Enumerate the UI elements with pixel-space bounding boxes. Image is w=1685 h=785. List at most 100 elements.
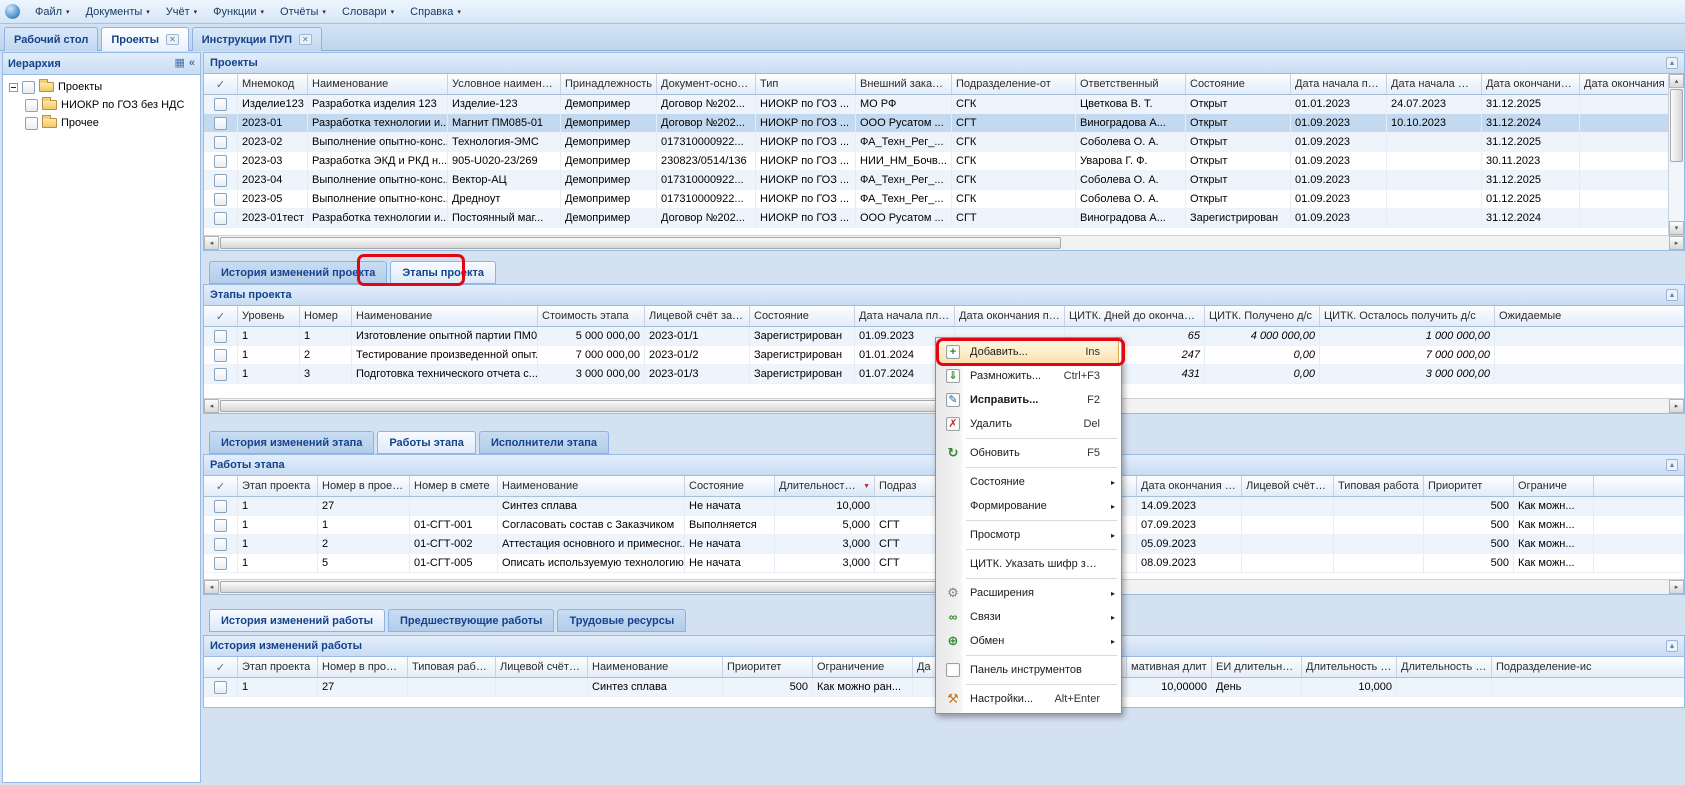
grid-view-icon[interactable]: ▦ (174, 58, 184, 69)
menu-item[interactable]: Состояние▸ (938, 470, 1119, 494)
column-header[interactable]: Типовая работа (408, 657, 496, 677)
column-header[interactable]: ЕИ длительности (1212, 657, 1302, 677)
tab-item[interactable]: Исполнители этапа (479, 431, 609, 454)
column-header[interactable]: Типовая работа (1334, 476, 1424, 496)
scrollbar-thumb[interactable] (1670, 89, 1683, 162)
tree-checkbox[interactable] (22, 81, 35, 94)
tab-item[interactable]: История изменений этапа (209, 431, 374, 454)
column-header[interactable]: Наименование (352, 306, 538, 326)
column-header[interactable]: Лицевой счёт затр (496, 657, 588, 677)
column-header[interactable]: Условное наименова (448, 74, 561, 94)
column-header[interactable]: ✓ (204, 306, 238, 326)
menu-item[interactable]: ⚒Настройки...Alt+Enter (938, 687, 1119, 711)
menubar-item[interactable]: Файл▾ (28, 3, 77, 21)
tree-item[interactable]: Прочее (5, 114, 198, 132)
scroll-up-icon[interactable]: ▴ (1669, 74, 1684, 88)
column-header[interactable]: мативная длит (1127, 657, 1212, 677)
scroll-left-icon[interactable]: ◂ (204, 580, 219, 594)
menu-item[interactable]: ЦИТК. Указать шифр затрат... (938, 552, 1119, 576)
tab-item[interactable]: Этапы проекта (390, 261, 496, 284)
scrollbar-thumb[interactable] (220, 237, 1061, 249)
scroll-left-icon[interactable]: ◂ (204, 399, 219, 413)
menu-item[interactable]: ⊕Обмен▸ (938, 629, 1119, 653)
column-header[interactable]: Подразделение-ис (1492, 657, 1684, 677)
row-checkbox[interactable] (214, 98, 227, 111)
column-header[interactable]: Номер в проекте (318, 657, 408, 677)
tab-item[interactable]: Работы этапа (377, 431, 476, 454)
tab-item[interactable]: Предшествующие работы (388, 609, 554, 632)
vertical-scrollbar[interactable]: ▴ ▾ (1668, 74, 1684, 235)
table-row[interactable]: 2023-04Выполнение опытно-конс...Вектор-А… (204, 171, 1684, 190)
row-checkbox[interactable] (214, 212, 227, 225)
column-header[interactable]: Этап проекта (238, 657, 318, 677)
panel-collapse-icon[interactable]: ▴ (1666, 459, 1678, 471)
row-checkbox[interactable] (214, 519, 227, 532)
column-header[interactable] (1594, 476, 1684, 496)
row-checkbox[interactable] (214, 117, 227, 130)
menubar-item[interactable]: Справка▾ (403, 3, 468, 21)
tab-item[interactable]: Рабочий стол (4, 27, 98, 51)
column-header[interactable]: Приоритет (723, 657, 813, 677)
tree-checkbox[interactable] (25, 99, 38, 112)
table-row[interactable]: Изделие123Разработка изделия 123Изделие-… (204, 95, 1684, 114)
scrollbar-track[interactable] (1669, 88, 1684, 221)
row-checkbox[interactable] (214, 538, 227, 551)
panel-collapse-icon[interactable]: ▴ (1666, 640, 1678, 652)
column-header[interactable]: Наименование (308, 74, 448, 94)
column-header[interactable]: Внешний заказчик (856, 74, 952, 94)
collapse-sidebar-icon[interactable]: « (189, 58, 195, 69)
menu-item[interactable]: ⚙Расширения▸ (938, 581, 1119, 605)
column-header[interactable]: Дата окончания пл (1482, 74, 1580, 94)
panel-collapse-icon[interactable]: ▴ (1666, 289, 1678, 301)
column-header[interactable]: ✓ (204, 476, 238, 496)
column-header[interactable]: Этап проекта (238, 476, 318, 496)
column-header[interactable]: Лицевой счёт затр (1242, 476, 1334, 496)
tree-item[interactable]: Проекты (5, 78, 198, 96)
column-header[interactable]: Наименование (498, 476, 685, 496)
panel-collapse-icon[interactable]: ▴ (1666, 57, 1678, 69)
column-header[interactable]: Ограничение (813, 657, 913, 677)
row-checkbox[interactable] (214, 557, 227, 570)
column-header[interactable]: Номер в проекте (318, 476, 410, 496)
column-header[interactable]: Дата окончания план (955, 306, 1065, 326)
column-header[interactable]: Состояние (685, 476, 775, 496)
menubar-item[interactable]: Словари▾ (335, 3, 401, 21)
menubar-item[interactable]: Функции▾ (206, 3, 271, 21)
column-header[interactable]: Длительность пла (1302, 657, 1397, 677)
scroll-right-icon[interactable]: ▸ (1669, 580, 1684, 594)
column-header[interactable]: ЦИТК. Получено д/с (1205, 306, 1320, 326)
column-header[interactable]: Стоимость этапа (538, 306, 645, 326)
menubar-item[interactable]: Документы▾ (79, 3, 157, 21)
column-header[interactable]: Дата начала план. (1291, 74, 1387, 94)
column-header[interactable]: Ограниче (1514, 476, 1594, 496)
row-checkbox[interactable] (214, 500, 227, 513)
column-header[interactable]: Наименование (588, 657, 723, 677)
menu-item[interactable]: Формирование▸ (938, 494, 1119, 518)
column-header[interactable]: ЦИТК. Дней до окончания (1065, 306, 1205, 326)
column-header[interactable]: Дата начала план (855, 306, 955, 326)
menubar-item[interactable]: Учёт▾ (159, 3, 204, 21)
column-header[interactable]: Тип (756, 74, 856, 94)
row-checkbox[interactable] (214, 349, 227, 362)
row-checkbox[interactable] (214, 174, 227, 187)
column-header[interactable]: Подразделение-от (952, 74, 1076, 94)
column-header[interactable]: ЦИТК. Осталось получить д/с (1320, 306, 1495, 326)
scrollbar-track[interactable] (219, 236, 1669, 250)
column-header[interactable]: Лицевой счёт затрат (645, 306, 750, 326)
scroll-right-icon[interactable]: ▸ (1669, 399, 1684, 413)
column-header[interactable]: Дата начала факт (1387, 74, 1482, 94)
table-row[interactable]: 2023-01Разработка технологии и...Магнит … (204, 114, 1684, 133)
column-header[interactable]: Состояние (1186, 74, 1291, 94)
column-header[interactable]: Мнемокод (238, 74, 308, 94)
row-checkbox[interactable] (214, 681, 227, 694)
tree-item[interactable]: НИОКР по ГОЗ без НДС (5, 96, 198, 114)
table-row[interactable]: 2023-02Выполнение опытно-конс...Технолог… (204, 133, 1684, 152)
close-icon[interactable]: ✕ (166, 34, 179, 45)
menu-item[interactable]: +Добавить...Ins (938, 340, 1119, 364)
menu-item[interactable]: ✗УдалитьDel (938, 412, 1119, 436)
tab-item[interactable]: Трудовые ресурсы (557, 609, 686, 632)
column-header[interactable]: Дата окончания план (1137, 476, 1242, 496)
menu-item[interactable]: ∞Связи▸ (938, 605, 1119, 629)
tab-item[interactable]: Инструкции ПУП✕ (192, 27, 322, 51)
tree-checkbox[interactable] (25, 117, 38, 130)
